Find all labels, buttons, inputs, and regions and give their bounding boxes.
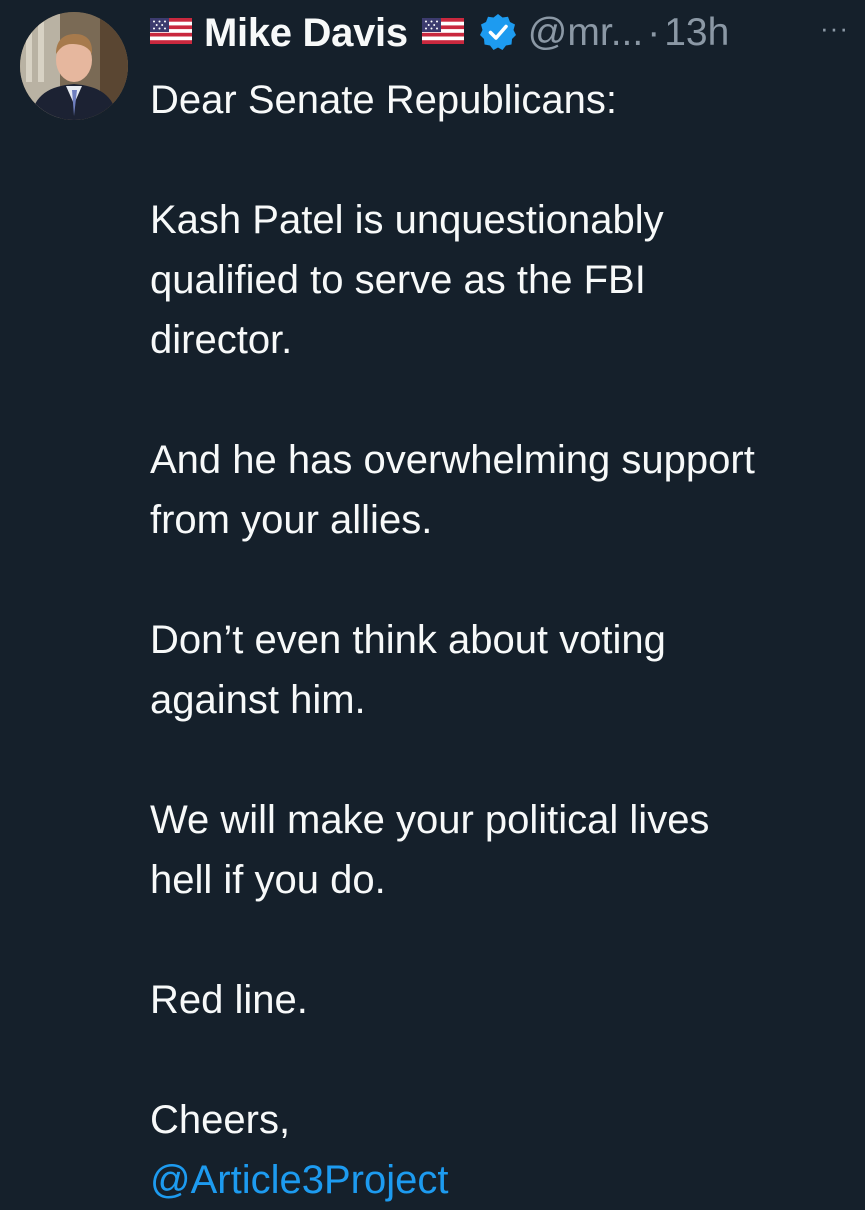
tweet-line [150,730,850,790]
timestamp[interactable]: 13h [664,11,729,55]
tweet-line: against him. [150,678,366,722]
author-name[interactable]: Mike Davis [204,11,408,56]
tweet-line [150,370,850,430]
tweet-line: Kash Patel is unquestionably [150,198,664,242]
tweet-line: And he has overwhelming support [150,438,755,482]
verified-badge-icon[interactable] [478,12,518,52]
tweet-line [150,130,850,190]
us-flag-icon [150,18,192,44]
avatar-photo [20,12,128,120]
us-flag-icon [421,18,464,44]
tweet-line [150,1030,850,1090]
separator-dot: · [647,11,661,54]
tweet: Mike Davis @mr... · 13h ··· Dear Senate … [0,0,865,1202]
mention-link[interactable]: @Article3Project [150,1150,850,1210]
more-options-icon[interactable]: ··· [820,15,849,41]
tweet-line [150,910,850,970]
tweet-line: director. [150,318,293,362]
tweet-header: Mike Davis @mr... · 13h ··· [150,8,849,58]
tweet-line: qualified to serve as the FBI [150,258,646,302]
tweet-line: Dear Senate Republicans: [150,78,617,122]
tweet-line: Red line. [150,978,308,1022]
avatar[interactable] [20,12,128,120]
tweet-line: Cheers, [150,1098,291,1142]
tweet-text: Dear Senate Republicans: Kash Patel is u… [150,70,850,1210]
tweet-line: Don’t even think about voting [150,618,666,662]
tweet-line: hell if you do. [150,858,386,902]
tweet-line: from your allies. [150,498,433,542]
author-handle[interactable]: @mr... [528,11,643,55]
tweet-line: We will make your political lives [150,798,710,842]
tweet-line [150,550,850,610]
